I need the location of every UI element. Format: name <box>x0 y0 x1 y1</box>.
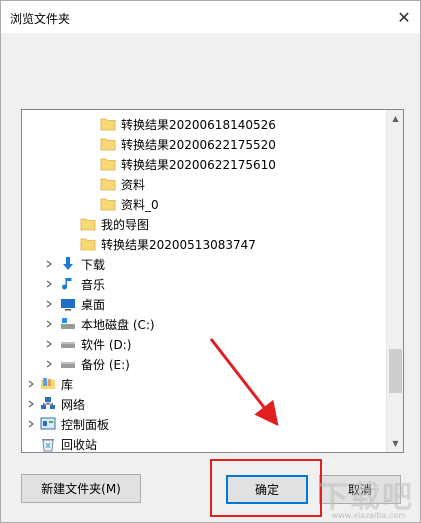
expand-chevron-icon[interactable] <box>44 359 54 369</box>
tree-item[interactable]: 桌面 <box>22 294 387 314</box>
tree-item-label: 转换结果20200618140526 <box>121 118 276 132</box>
tree-item-label: 我的导图 <box>101 218 150 232</box>
tree-item[interactable]: 资料 <box>22 174 387 194</box>
title-bar: 浏览文件夹 ✕ <box>1 1 420 33</box>
expand-chevron-icon[interactable] <box>26 419 36 429</box>
expand-chevron-icon[interactable] <box>44 339 54 349</box>
folder-icon <box>100 156 116 172</box>
expand-chevron-icon[interactable] <box>44 259 54 269</box>
scroll-down-button[interactable]: ▼ <box>387 435 403 452</box>
expand-chevron-icon[interactable] <box>44 279 54 289</box>
tree-item-label: 资料_0 <box>121 198 159 212</box>
folder-icon <box>100 196 116 212</box>
tree-item[interactable]: 回收站 <box>22 434 387 452</box>
tree-item[interactable]: 本地磁盘 (C:) <box>22 314 387 334</box>
folder-icon <box>100 176 116 192</box>
tree-item[interactable]: 转换结果20200622175610 <box>22 154 387 174</box>
folder-tree[interactable]: 转换结果20200618140526 转换结果20200622175520 转换结果… <box>21 109 404 453</box>
watermark-text: 下载吧 <box>318 480 414 515</box>
folder-icon <box>80 216 96 232</box>
close-button[interactable]: ✕ <box>388 1 420 33</box>
tree-item-label: 资料 <box>121 178 146 192</box>
tree-item-label: 转换结果20200513083747 <box>101 238 256 252</box>
tree-item-label: 下载 <box>81 258 106 272</box>
tree-item-label: 音乐 <box>81 278 106 292</box>
tree-item[interactable]: 软件 (D:) <box>22 334 387 354</box>
tree-item[interactable]: 音乐 <box>22 274 387 294</box>
tree-item-label: 桌面 <box>81 298 106 312</box>
ok-button[interactable]: 确定 <box>226 475 308 504</box>
close-icon: ✕ <box>397 7 411 27</box>
tree-item[interactable]: 库 <box>22 374 387 394</box>
tree-item-label: 库 <box>61 378 74 392</box>
expand-chevron-icon[interactable] <box>44 319 54 329</box>
expand-chevron-icon[interactable] <box>44 299 54 309</box>
window-title: 浏览文件夹 <box>10 12 71 26</box>
folder-icon <box>100 136 116 152</box>
windows-drive-icon <box>60 316 76 332</box>
network-icon <box>40 396 56 412</box>
tree-item-label: 网络 <box>61 398 86 412</box>
tree-item[interactable]: 备份 (E:) <box>22 354 387 374</box>
desktop-icon <box>60 296 76 312</box>
tree-item[interactable]: 下载 <box>22 254 387 274</box>
folder-tree-list: 转换结果20200618140526 转换结果20200622175520 转换结果… <box>22 110 387 452</box>
library-icon <box>40 376 56 392</box>
tree-item-label: 回收站 <box>61 438 98 452</box>
download-arrow-icon <box>60 256 76 272</box>
expand-chevron-icon[interactable] <box>26 399 36 409</box>
browse-folder-dialog: 浏览文件夹 ✕ 转换结果20200618140526 转换结果2020062217… <box>0 0 421 523</box>
recycle-bin-icon <box>40 436 56 452</box>
scroll-up-button[interactable]: ▲ <box>387 110 403 127</box>
drive-icon <box>60 356 76 372</box>
new-folder-button[interactable]: 新建文件夹(M) <box>21 474 141 503</box>
tree-item-label: 备份 (E:) <box>81 358 130 372</box>
tree-item-label: 软件 (D:) <box>81 338 132 352</box>
tree-item[interactable]: 转换结果20200513083747 <box>22 234 387 254</box>
tree-item-label: 转换结果20200622175520 <box>121 138 276 152</box>
control-panel-icon <box>40 416 56 432</box>
tree-item[interactable]: 网络 <box>22 394 387 414</box>
tree-item-label: 转换结果20200622175610 <box>121 158 276 172</box>
tree-item[interactable]: 转换结果20200622175520 <box>22 134 387 154</box>
music-note-icon <box>60 276 76 292</box>
folder-icon <box>100 116 116 132</box>
tree-item[interactable]: 控制面板 <box>22 414 387 434</box>
tree-item[interactable]: 资料_0 <box>22 194 387 214</box>
expand-chevron-icon[interactable] <box>26 379 36 389</box>
tree-item-label: 本地磁盘 (C:) <box>81 318 155 332</box>
folder-icon <box>80 236 96 252</box>
scroll-thumb[interactable] <box>389 349 402 393</box>
watermark-url: www.xiazaiba.com <box>331 511 406 520</box>
drive-icon <box>60 336 76 352</box>
tree-item-label: 控制面板 <box>61 418 110 432</box>
vertical-scrollbar[interactable]: ▲ ▼ <box>386 110 403 452</box>
tree-item[interactable]: 我的导图 <box>22 214 387 234</box>
tree-item[interactable]: 转换结果20200618140526 <box>22 114 387 134</box>
